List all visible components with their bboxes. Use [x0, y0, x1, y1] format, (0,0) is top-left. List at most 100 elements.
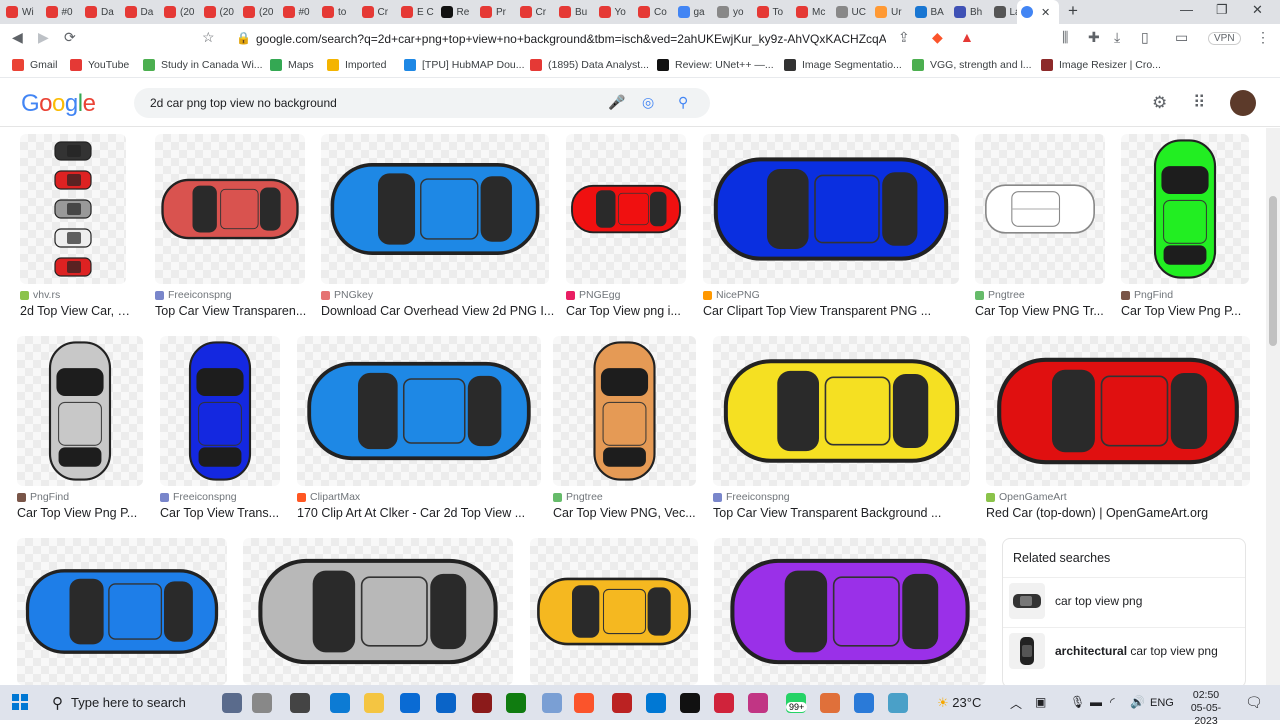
store-icon[interactable]	[400, 693, 420, 713]
browser-tab[interactable]: Bh	[954, 2, 990, 22]
browser-tab[interactable]: (20	[243, 2, 279, 22]
bookmark-item[interactable]: (1895) Data Analyst...	[530, 59, 649, 71]
avatar[interactable]	[1230, 90, 1256, 116]
image-result[interactable]: PNGEgg Car Top View png i...	[566, 134, 686, 326]
language-indicator[interactable]: ENG	[1150, 697, 1174, 709]
vpn-button[interactable]: VPN	[1208, 32, 1241, 45]
mail-icon[interactable]	[436, 693, 456, 713]
menu-icon[interactable]: ⋮	[1256, 29, 1270, 46]
result-title[interactable]: Top Car View Transparent Background ...	[713, 506, 978, 520]
browser-tab[interactable]: (20	[164, 2, 200, 22]
bookmark-item[interactable]: VGG, strength and l...	[912, 59, 1032, 71]
download-icon[interactable]: ⤓	[1114, 29, 1120, 46]
result-title[interactable]: Car Top View png i...	[566, 304, 694, 318]
app-icon[interactable]	[820, 693, 840, 713]
browser-tab[interactable]: ga	[677, 2, 714, 22]
result-source[interactable]: ClipartMax	[297, 491, 360, 503]
tray-chevron-icon[interactable]: ︿	[1010, 695, 1022, 712]
microphone-tray-icon[interactable]: 🎙	[1070, 695, 1085, 709]
taskbar-search[interactable]: ⚲ Type here to search	[40, 685, 278, 720]
instagram-icon[interactable]	[748, 693, 768, 713]
paint-icon[interactable]	[252, 693, 272, 713]
image-result[interactable]: PngFind Car Top View Png P...	[17, 336, 143, 528]
result-source[interactable]: PNGkey	[321, 289, 373, 301]
browser-tab[interactable]: yo	[717, 2, 753, 22]
result-thumbnail[interactable]	[17, 538, 227, 685]
share-icon[interactable]: ⇪	[898, 29, 910, 46]
image-result[interactable]: PNGkey Download Car Overhead View 2d PNG …	[321, 134, 554, 326]
result-thumbnail[interactable]	[530, 538, 698, 685]
app-icon[interactable]	[472, 693, 492, 713]
close-window-icon[interactable]: ✕	[1252, 2, 1263, 18]
bookmark-item[interactable]: Gmail	[12, 59, 57, 71]
browser-tab[interactable]: Co	[638, 2, 674, 22]
forward-icon[interactable]: ▶	[38, 29, 49, 46]
minimize-icon[interactable]: —	[1180, 2, 1193, 17]
bookmark-item[interactable]: Image Segmentatio...	[784, 59, 902, 71]
scrollbar-thumb[interactable]	[1269, 196, 1277, 346]
browser-tab[interactable]: (20	[203, 2, 240, 22]
winrar-icon[interactable]	[612, 693, 632, 713]
result-title[interactable]: Car Top View Png P...	[1121, 304, 1257, 318]
result-thumbnail[interactable]	[20, 134, 126, 284]
settings-gear-icon[interactable]: ⚙	[1152, 93, 1167, 113]
image-result[interactable]	[243, 538, 513, 685]
lock-icon[interactable]: 🔒	[236, 31, 251, 45]
result-thumbnail[interactable]	[17, 336, 143, 486]
browser-tab[interactable]: Wi	[6, 2, 42, 22]
result-source[interactable]: Pngtree	[975, 289, 1025, 301]
search-query[interactable]: 2d car png top view no background	[150, 96, 337, 110]
opera-icon[interactable]	[714, 693, 734, 713]
result-title[interactable]: Car Top View PNG, Vec...	[553, 506, 704, 520]
result-source[interactable]: OpenGameArt	[986, 491, 1067, 503]
related-item[interactable]: car top view png	[1003, 577, 1245, 623]
browser-tab[interactable]: Ur	[875, 2, 911, 22]
browser-tab[interactable]: Yo	[598, 2, 635, 22]
result-thumbnail[interactable]	[975, 134, 1105, 284]
bookmark-item[interactable]: YouTube	[70, 59, 129, 71]
related-item[interactable]: architectural car top view png	[1003, 627, 1245, 673]
result-thumbnail[interactable]	[1121, 134, 1249, 284]
reload-icon[interactable]: ⟳	[64, 29, 76, 46]
bookmark-item[interactable]: Image Resizer | Cro...	[1041, 59, 1161, 71]
search-box[interactable]: 2d car png top view no background 🎤 ◎ ⚲	[134, 88, 710, 118]
result-title[interactable]: Top Car View Transparen...	[155, 304, 313, 318]
lens-icon[interactable]: ◎	[642, 94, 654, 111]
bookmark-star-icon[interactable]: ☆	[202, 29, 215, 46]
image-result[interactable]: NicePNG Car Clipart Top View Transparent …	[703, 134, 959, 326]
result-title[interactable]: Car Top View Trans...	[160, 506, 288, 520]
result-thumbnail[interactable]	[713, 336, 970, 486]
result-thumbnail[interactable]	[321, 134, 549, 284]
browser-tab[interactable]: #0	[282, 2, 319, 22]
image-result[interactable]: Pngtree Car Top View PNG, Vec...	[553, 336, 696, 528]
result-title[interactable]: Car Clipart Top View Transparent PNG ...	[703, 304, 967, 318]
brave-rewards-icon[interactable]: ▲	[960, 29, 974, 45]
browser-tab[interactable]: BA	[914, 2, 951, 22]
result-thumbnail[interactable]	[553, 336, 696, 486]
app-icon[interactable]	[888, 693, 908, 713]
file-explorer-icon[interactable]	[364, 693, 384, 713]
result-source[interactable]: PngFind	[1121, 289, 1173, 301]
search-icon[interactable]: ⚲	[678, 94, 688, 111]
result-title[interactable]: 2d Top View Car, H...	[20, 304, 134, 318]
r-icon[interactable]	[542, 693, 562, 713]
google-logo[interactable]: Google	[21, 90, 96, 118]
vscode-icon[interactable]	[646, 693, 666, 713]
pycharm-icon[interactable]	[680, 693, 700, 713]
back-icon[interactable]: ◀	[12, 29, 23, 46]
image-result[interactable]: Freeiconspng Car Top View Trans...	[160, 336, 280, 528]
bookmark-item[interactable]: [TPU] HubMAP Dou...	[404, 59, 525, 71]
image-result[interactable]: vhv.rs 2d Top View Car, H...	[20, 134, 134, 326]
image-result[interactable]	[714, 538, 986, 685]
task-view-icon[interactable]	[290, 693, 310, 713]
address-bar[interactable]: 🔒 google.com/search?q=2d+car+png+top+vie…	[228, 27, 890, 51]
result-title[interactable]: Car Top View PNG Tr...	[975, 304, 1113, 318]
result-source[interactable]: PNGEgg	[566, 289, 620, 301]
result-thumbnail[interactable]	[243, 538, 513, 685]
result-thumbnail[interactable]	[160, 336, 280, 486]
sliders-icon[interactable]: ⫼	[1062, 29, 1068, 46]
microphone-icon[interactable]: 🎤	[608, 94, 625, 111]
result-thumbnail[interactable]	[566, 134, 686, 284]
result-source[interactable]: vhv.rs	[20, 289, 60, 301]
result-thumbnail[interactable]	[703, 134, 959, 284]
